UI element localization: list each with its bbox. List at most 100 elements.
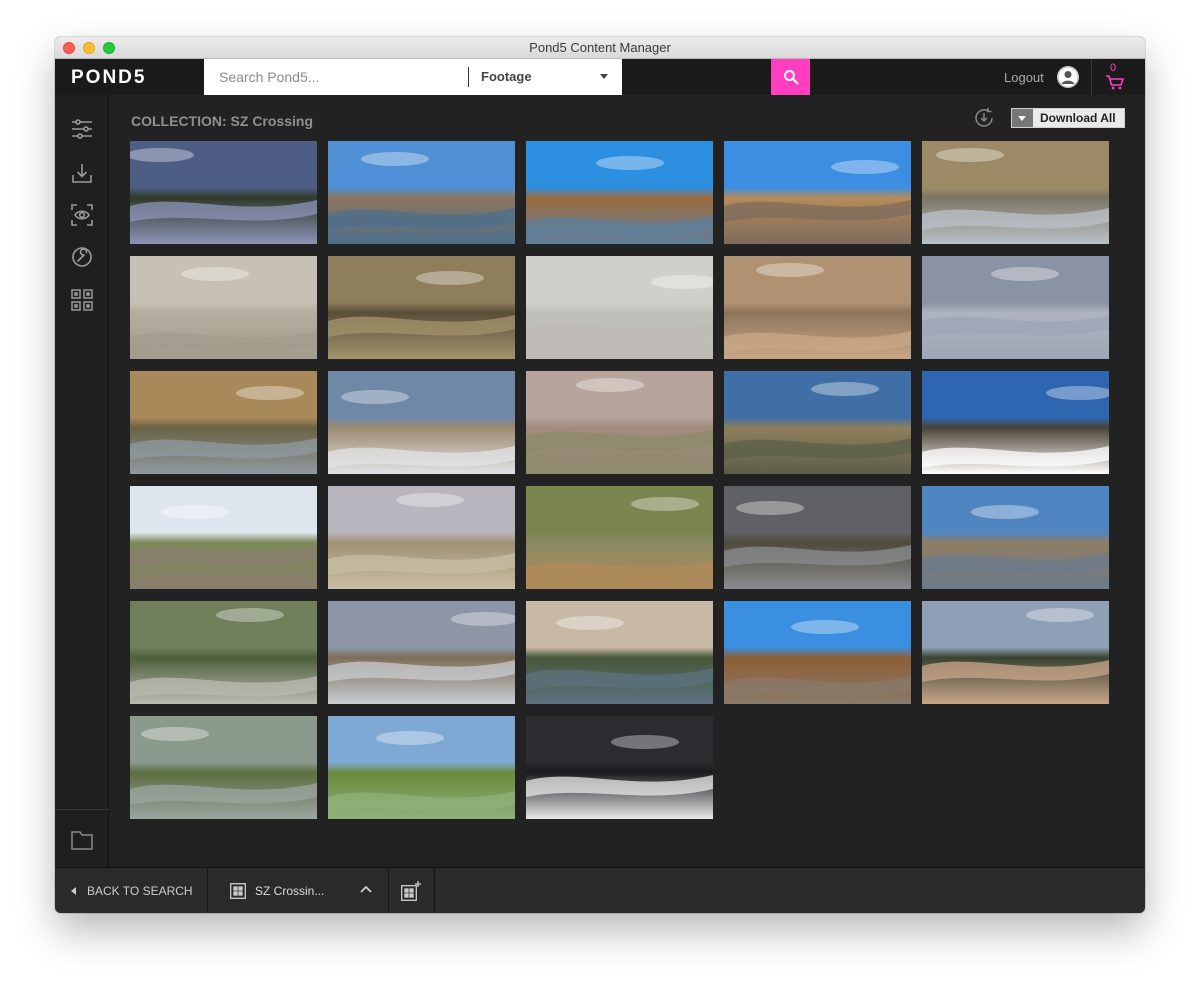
thumbnail-image [526,256,713,359]
thumbnail-image [922,486,1109,589]
chevron-up-icon[interactable] [360,884,372,894]
thumbnail-cranes-flying[interactable] [130,256,317,359]
thumbnail-image [922,141,1109,244]
thumbnail-image [328,141,515,244]
main-content: COLLECTION: SZ Crossing Download All [109,95,1145,867]
sidebar-item-downloads[interactable] [70,161,94,185]
thumbnail-river-desert-aerial[interactable] [724,141,911,244]
thumbnail-image [526,371,713,474]
thumbnail-image [526,141,713,244]
close-window-button[interactable] [63,42,75,54]
thumbnail-city-dusk[interactable] [922,601,1109,704]
minimize-window-button[interactable] [83,42,95,54]
sliders-icon [72,119,92,139]
thumbnail-image [328,601,515,704]
topbar-divider [1091,59,1092,95]
thumbnail-image [130,141,317,244]
download-options-toggle[interactable] [1012,109,1033,127]
add-collection-button[interactable] [388,868,434,913]
sidebar-item-folder[interactable] [70,828,94,852]
avatar[interactable] [1057,66,1079,88]
thumbnail-grid [130,141,1109,819]
thumbnail-river-bridge-aerial[interactable] [526,141,713,244]
thumbnail-image [328,716,515,819]
thumbnail-snow-geese-flock[interactable] [328,371,515,474]
top-bar: POND5 Footage Logout 0 [55,59,1145,95]
search-button[interactable] [771,59,810,95]
collection-tab[interactable]: SZ Crossin... [210,868,388,913]
thumbnail-image [328,371,515,474]
folder-icon [71,831,93,850]
cart-count-badge: 0 [1110,62,1117,74]
thumbnail-image [724,601,911,704]
search-divider [468,67,469,87]
sidebar [55,95,109,867]
thumbnail-image [526,601,713,704]
qr-grid-icon [71,289,93,311]
thumbnail-conference-audience[interactable] [526,716,713,819]
add-grid-icon [401,881,421,901]
cart-icon[interactable] [1105,74,1125,90]
thumbnail-crane-silhouettes[interactable] [328,256,515,359]
thumbnail-river-bosque-aerial[interactable] [724,601,911,704]
thumbnail-mesa-clouds[interactable] [922,371,1109,474]
thumbnail-riverbank-reflection[interactable] [130,716,317,819]
window-titlebar: Pond5 Content Manager [55,37,1145,59]
thumbnail-image [130,486,317,589]
thumbnail-cranes-in-water[interactable] [922,141,1109,244]
wrench-gear-icon [72,247,92,267]
thumbnail-image [724,141,911,244]
chevron-down-icon[interactable] [600,74,608,79]
bottom-divider [207,868,208,913]
thumbnail-image [526,486,713,589]
thumbnail-freight-train-scrub[interactable] [526,486,713,589]
sync-download-icon[interactable] [973,107,995,129]
thumbnail-clouds-plain[interactable] [328,601,515,704]
app-window: Pond5 Content Manager POND5 Footage Logo… [55,37,1145,913]
thumbnail-image [130,716,317,819]
user-icon [1057,66,1079,88]
thumbnail-cranes-wetland[interactable] [130,371,317,474]
thumbnail-river-canyon[interactable] [328,141,515,244]
sidebar-divider [55,809,109,810]
thumbnail-image [526,716,713,819]
download-all-button[interactable]: Download All [1011,108,1125,128]
thumbnail-flooded-town[interactable] [526,601,713,704]
thumbnail-plain-clouds-shadow[interactable] [724,371,911,474]
back-to-search-button[interactable]: BACK TO SEARCH [55,868,205,913]
thumbnail-mountains-clouds[interactable] [922,486,1109,589]
thumbnail-green-valley[interactable] [328,716,515,819]
sidebar-item-filters[interactable] [70,117,94,141]
arrow-left-icon [71,887,76,895]
collection-tab-label: SZ Crossin... [255,884,325,898]
pond5-logo[interactable]: POND5 [71,67,146,89]
thumbnail-desert-plain-aerial[interactable] [526,371,713,474]
search-box: Footage [204,59,810,95]
thumbnail-image [922,256,1109,359]
category-dropdown[interactable]: Footage [481,59,532,95]
maximize-window-button[interactable] [103,42,115,54]
bottom-bar: BACK TO SEARCH SZ Crossin... [55,867,1145,913]
thumbnail-image [130,601,317,704]
thumbnail-rainbow-hills[interactable] [328,486,515,589]
thumbnail-image [724,371,911,474]
sidebar-item-collections[interactable] [70,288,94,312]
thumbnail-storm-cell[interactable] [724,486,911,589]
thumbnail-cranes-blue-sky[interactable] [922,256,1109,359]
page-title: COLLECTION: SZ Crossing [131,113,313,129]
thumbnail-image [130,371,317,474]
thumbnail-image [724,256,911,359]
thumbnail-highway-aerial[interactable] [130,601,317,704]
thumbnail-train-tracks[interactable] [130,486,317,589]
window-title: Pond5 Content Manager [529,40,671,55]
back-to-search-label: BACK TO SEARCH [87,884,193,898]
sidebar-item-preview[interactable] [70,203,94,227]
thumbnail-image [328,256,515,359]
sidebar-item-tools[interactable] [70,245,94,269]
logout-link[interactable]: Logout [1004,59,1044,97]
thumbnail-cranes-wading[interactable] [724,256,911,359]
thumbnail-cranes-sky[interactable] [526,256,713,359]
search-input[interactable] [204,59,468,95]
thumbnail-image [922,371,1109,474]
thumbnail-river-storm-clouds[interactable] [130,141,317,244]
